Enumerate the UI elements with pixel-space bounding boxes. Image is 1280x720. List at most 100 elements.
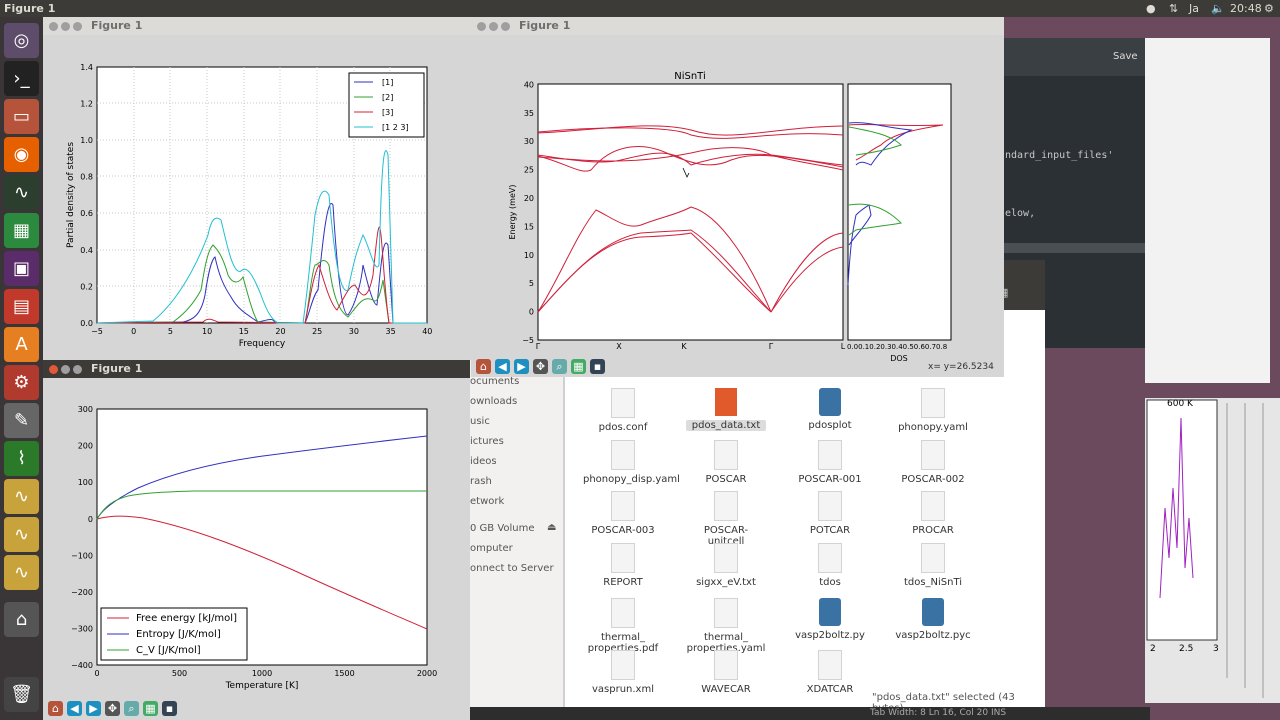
sidebar-item[interactable]: onnect to Server — [470, 563, 554, 574]
close-icon[interactable] — [49, 365, 58, 374]
home-icon[interactable]: ⌂ — [476, 359, 491, 374]
software-icon[interactable]: ▣ — [4, 251, 39, 286]
file-item[interactable]: POSCAR — [686, 439, 766, 485]
sidebar-item[interactable]: ictures — [470, 436, 504, 447]
subplots-icon[interactable]: ▦ — [571, 359, 586, 374]
figure-icon[interactable]: ⌇ — [4, 441, 39, 476]
app-center-icon[interactable]: A — [4, 327, 39, 362]
file-item[interactable]: POSCAR-unitcell — [686, 491, 766, 547]
file-item[interactable]: vasp2boltz.py — [790, 598, 870, 641]
file-item[interactable]: pdos.conf — [583, 388, 663, 433]
save-figure-icon[interactable]: ▪ — [590, 359, 605, 374]
sidebar-item[interactable]: 0 GB Volume — [470, 523, 535, 534]
file-item[interactable]: sigxx_eV.txt — [686, 542, 766, 588]
forward-arrow-icon[interactable]: ▶ — [514, 359, 529, 374]
file-item[interactable]: pdos_data.txt — [686, 388, 766, 431]
document-icon — [611, 542, 635, 573]
top-panel: Figure 1 ● ⇅ Ja 🔈 20:48 ⚙ — [0, 0, 1280, 17]
document-icon — [611, 598, 635, 628]
tick-label: 10 — [524, 251, 534, 260]
save-button[interactable]: Save — [1113, 51, 1138, 62]
file-item[interactable]: POSCAR-001 — [790, 439, 870, 485]
document-icon — [611, 388, 635, 418]
minimize-icon[interactable] — [61, 22, 70, 31]
sidebar-item[interactable]: ideos — [470, 456, 497, 467]
sidebar-item[interactable]: omputer — [470, 543, 513, 554]
file-item[interactable]: REPORT — [583, 542, 663, 588]
trash-icon[interactable]: 🗑 — [4, 677, 39, 712]
pan-icon[interactable]: ✥ — [533, 359, 548, 374]
sidebar-item[interactable]: etwork — [470, 496, 504, 507]
tick-label: 15 — [239, 327, 249, 336]
file-item[interactable]: PROCAR — [893, 491, 973, 536]
tick-label: 500 — [172, 669, 187, 678]
back-arrow-icon[interactable]: ◀ — [495, 359, 510, 374]
file-item[interactable]: thermal_ properties.yaml — [686, 598, 766, 654]
file-item[interactable]: tdos_NiSnTi — [893, 542, 973, 588]
python-file-icon — [922, 598, 944, 626]
network-icon[interactable]: ⇅ — [1169, 2, 1178, 15]
text-editor-icon[interactable]: ✎ — [4, 403, 39, 438]
file-item[interactable]: pdosplot — [790, 388, 870, 431]
clock[interactable]: 20:48 — [1230, 2, 1262, 15]
tick-label: 3 — [1213, 644, 1219, 654]
eject-icon[interactable]: ⏏ — [547, 522, 556, 533]
terminal-icon[interactable]: ›_ — [4, 61, 39, 96]
subplots-icon[interactable]: ▦ — [143, 701, 158, 716]
forward-arrow-icon[interactable]: ▶ — [86, 701, 101, 716]
file-name: pdos.conf — [598, 422, 648, 433]
file-item[interactable]: WAVECAR — [686, 649, 766, 695]
back-arrow-icon[interactable]: ◀ — [67, 701, 82, 716]
maximize-icon[interactable] — [73, 22, 82, 31]
sidebar-item[interactable]: ownloads — [470, 396, 517, 407]
sidebar-item[interactable]: rash — [470, 476, 492, 487]
zoom-icon[interactable]: ⌕ — [124, 701, 139, 716]
firefox-icon[interactable]: ◉ — [4, 137, 39, 172]
file-item[interactable]: POTCAR — [790, 491, 870, 536]
plot-title: NiSnTi — [674, 71, 706, 82]
file-item[interactable]: vasprun.xml — [583, 649, 663, 695]
maximize-icon[interactable] — [73, 365, 82, 374]
minimize-icon[interactable] — [489, 22, 498, 31]
file-item[interactable]: phonopy_disp.yaml — [583, 439, 680, 485]
tick-label: 0.8 — [80, 173, 93, 182]
presentation-icon[interactable]: ▤ — [4, 289, 39, 324]
file-name: POSCAR-002 — [901, 473, 965, 485]
file-item[interactable]: thermal_ properties.pdf — [583, 598, 663, 654]
file-name: WAVECAR — [701, 683, 751, 695]
system-monitor-icon[interactable]: ∿ — [4, 175, 39, 210]
volume-icon[interactable]: 🔈 — [1211, 2, 1225, 15]
tick-label: −5 — [91, 327, 103, 336]
spreadsheet-icon[interactable]: ▦ — [4, 213, 39, 248]
file-item[interactable]: POSCAR-002 — [893, 439, 973, 485]
close-icon[interactable] — [49, 22, 58, 31]
minimize-icon[interactable] — [61, 365, 70, 374]
file-item[interactable]: XDATCAR — [790, 649, 870, 695]
files-icon[interactable]: ▭ — [4, 99, 39, 134]
maximize-icon[interactable] — [501, 22, 510, 31]
sidebar-item[interactable]: usic — [470, 416, 490, 427]
usb-drive-icon[interactable]: ⌂ — [4, 602, 39, 637]
plot-window-icon[interactable]: ∿ — [4, 479, 39, 514]
pan-icon[interactable]: ✥ — [105, 701, 120, 716]
legend-label: Entropy [J/K/mol] — [136, 629, 221, 640]
sidebar-item[interactable]: ocuments — [470, 376, 519, 387]
save-figure-icon[interactable]: ▪ — [162, 701, 177, 716]
file-item[interactable]: tdos — [790, 542, 870, 588]
tick-label: 0 — [529, 308, 534, 317]
zoom-icon[interactable]: ⌕ — [552, 359, 567, 374]
file-item[interactable]: vasp2boltz.pyc — [893, 598, 973, 641]
close-icon[interactable] — [477, 22, 486, 31]
system-settings-icon[interactable]: ⚙ — [4, 365, 39, 400]
dash-icon[interactable]: ◎ — [4, 23, 39, 58]
settings-icon[interactable]: ⚙ — [1264, 2, 1274, 15]
file-item[interactable]: POSCAR-003 — [583, 491, 663, 536]
keyboard-language[interactable]: Ja — [1189, 2, 1199, 15]
plot-label: 600 K — [1167, 399, 1193, 409]
plot-window-icon[interactable]: ∿ — [4, 555, 39, 590]
record-icon[interactable]: ● — [1146, 2, 1156, 15]
plot-window-icon[interactable]: ∿ — [4, 517, 39, 552]
home-icon[interactable]: ⌂ — [48, 701, 63, 716]
file-item[interactable]: phonopy.yaml — [893, 388, 973, 433]
document-icon — [611, 491, 635, 521]
